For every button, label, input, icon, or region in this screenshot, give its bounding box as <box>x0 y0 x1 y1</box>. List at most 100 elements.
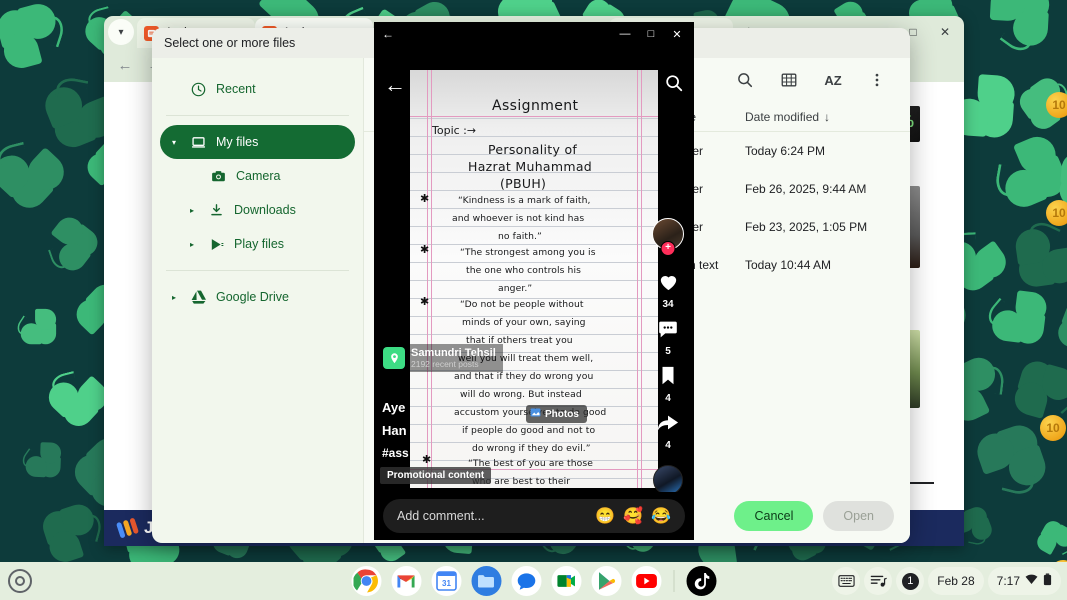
note-bullet-star: ✱ <box>420 295 430 308</box>
bookmark-icon <box>658 365 678 392</box>
chevron-right-icon[interactable]: ▸ <box>172 293 181 302</box>
grid-view-icon[interactable] <box>778 69 800 91</box>
note-heading-1: Personality of <box>488 142 578 157</box>
location-tag[interactable]: Samundri Tehsil 2192 recent posts <box>380 344 503 372</box>
shelf-app-chrome[interactable] <box>351 566 381 596</box>
sort-az-icon[interactable]: AZ <box>822 69 844 91</box>
chromeos-shelf: 31 1 Feb 28 7:17 <box>0 562 1067 600</box>
like-button[interactable]: 34 <box>657 270 680 310</box>
sidebar-divider <box>166 115 349 116</box>
shelf-app-tiktok[interactable] <box>686 566 716 596</box>
emoji-hearts-icon[interactable]: 🥰 <box>623 506 643 526</box>
sidebar-item-google-drive[interactable]: ▸ Google Drive <box>160 280 355 314</box>
open-button[interactable]: Open <box>823 501 894 531</box>
file-date: Feb 23, 2025, 1:05 PM <box>745 220 868 234</box>
instagram-reel-window: ← — □ ✕ ← Assignment Topic :→ Personalit… <box>374 22 694 540</box>
notification-badge[interactable]: 1 <box>896 567 925 595</box>
browser-close-button[interactable]: ✕ <box>930 19 960 45</box>
chevron-down-icon[interactable]: ▾ <box>172 138 181 147</box>
shelf-app-play-store[interactable] <box>591 566 621 596</box>
cancel-button[interactable]: Cancel <box>734 501 814 531</box>
note-quote-line: if people do good and not to <box>462 425 596 436</box>
sidebar-item-label: Play files <box>234 237 285 251</box>
file-date: Today 6:24 PM <box>745 144 826 158</box>
sidebar-item-my-files[interactable]: ▾ My files <box>160 125 355 159</box>
shelf-app-files[interactable] <box>471 566 501 596</box>
photos-chip[interactable]: Photos <box>526 405 587 423</box>
search-icon[interactable] <box>734 69 756 91</box>
reels-back-icon[interactable]: ← <box>384 72 406 98</box>
reels-minimize-button[interactable]: — <box>612 22 638 46</box>
note-quote-line: “Do not be people without <box>460 299 584 310</box>
shelf-app-meet[interactable] <box>551 566 581 596</box>
share-icon <box>656 412 680 439</box>
add-comment-input[interactable]: Add comment... 😁 🥰 😂 <box>383 499 685 533</box>
promotional-content-badge: Promotional content <box>380 467 492 484</box>
launcher-button[interactable] <box>8 569 32 593</box>
note-topic-label: Topic :→ <box>432 124 477 137</box>
sidebar-item-label: Camera <box>236 169 281 183</box>
save-button[interactable]: 4 <box>658 365 678 404</box>
shelf-app-calendar[interactable]: 31 <box>431 566 461 596</box>
clover-icon <box>6 425 73 492</box>
comment-button[interactable]: 5 <box>657 318 679 357</box>
shelf-app-messages[interactable] <box>511 566 541 596</box>
emoji-joy-icon[interactable]: 😂 <box>651 506 671 526</box>
clover-icon <box>0 291 68 359</box>
shelf-app-youtube[interactable] <box>631 566 661 596</box>
reels-close-button[interactable]: ✕ <box>664 22 690 46</box>
share-button[interactable]: 4 <box>656 412 680 451</box>
note-quote-line: will do wrong. But instead <box>460 389 582 400</box>
location-pin-icon <box>383 347 405 369</box>
playlist-icon[interactable] <box>864 567 893 595</box>
chevron-right-icon[interactable]: ▸ <box>190 206 199 215</box>
titlebar-back-icon[interactable]: ← <box>382 27 394 41</box>
shelf-app-icons: 31 <box>351 566 716 596</box>
download-icon <box>208 202 225 219</box>
reels-window-controls: — □ ✕ <box>612 22 690 46</box>
reels-engagement-rail: + 34 5 4 4 <box>646 218 690 495</box>
note-quote-line: minds of your own, saying <box>462 317 586 328</box>
gold-coin-icon: 10 <box>1046 200 1067 226</box>
sidebar-item-label: My files <box>216 135 259 149</box>
drive-icon <box>190 289 207 306</box>
chevron-right-icon[interactable]: ▸ <box>190 240 199 249</box>
reels-titlebar: ← — □ ✕ <box>374 22 694 46</box>
clock-time: 7:17 <box>996 574 1020 588</box>
photos-icon <box>530 407 541 421</box>
sort-arrow-icon: ↓ <box>824 109 831 124</box>
more-vertical-icon[interactable] <box>866 69 888 91</box>
reels-maximize-button[interactable]: □ <box>638 22 664 46</box>
gold-coin-icon: 10 <box>1040 415 1066 441</box>
sidebar-item-play-files[interactable]: ▸ Play files <box>178 227 355 261</box>
keyboard-icon[interactable] <box>832 567 861 595</box>
shelf-app-gmail[interactable] <box>391 566 421 596</box>
share-count: 4 <box>665 440 671 451</box>
note-quote-line: and that if they do wrong you <box>454 371 594 382</box>
follow-plus-icon[interactable]: + <box>660 241 676 256</box>
back-button[interactable]: ← <box>114 54 136 76</box>
note-bullet-star: ✱ <box>422 453 432 466</box>
sidebar-item-camera[interactable]: Camera <box>198 159 355 193</box>
emoji-grin-icon[interactable]: 😁 <box>595 506 615 526</box>
sidebar-item-downloads[interactable]: ▸ Downloads <box>178 193 355 227</box>
save-count: 4 <box>665 393 671 404</box>
note-quote-line: and whoever is not kind has <box>452 213 585 224</box>
clover-icon <box>0 125 71 216</box>
status-area[interactable]: 7:17 <box>987 567 1061 595</box>
column-header-date[interactable]: Date modified ↓ <box>735 110 910 124</box>
sidebar-item-recent[interactable]: Recent <box>178 72 355 106</box>
note-quote-line: do wrong if they do evil.” <box>472 443 591 454</box>
date-display[interactable]: Feb 28 <box>928 567 984 595</box>
note-heading-3: (PBUH) <box>500 176 547 191</box>
audio-avatar[interactable] <box>653 465 683 495</box>
camera-icon <box>210 168 227 185</box>
avatar[interactable]: + <box>652 218 684 256</box>
handwritten-assignment-photo[interactable]: Assignment Topic :→ Personality of Hazra… <box>410 70 658 488</box>
note-quote-line: anger.” <box>498 283 533 294</box>
search-icon[interactable] <box>664 73 684 98</box>
caption-line-1: Aye <box>382 400 406 415</box>
file-date: Feb 26, 2025, 9:44 AM <box>745 182 867 196</box>
heart-icon <box>657 270 680 298</box>
tab-search-chevron-icon[interactable]: ▾ <box>108 19 134 45</box>
